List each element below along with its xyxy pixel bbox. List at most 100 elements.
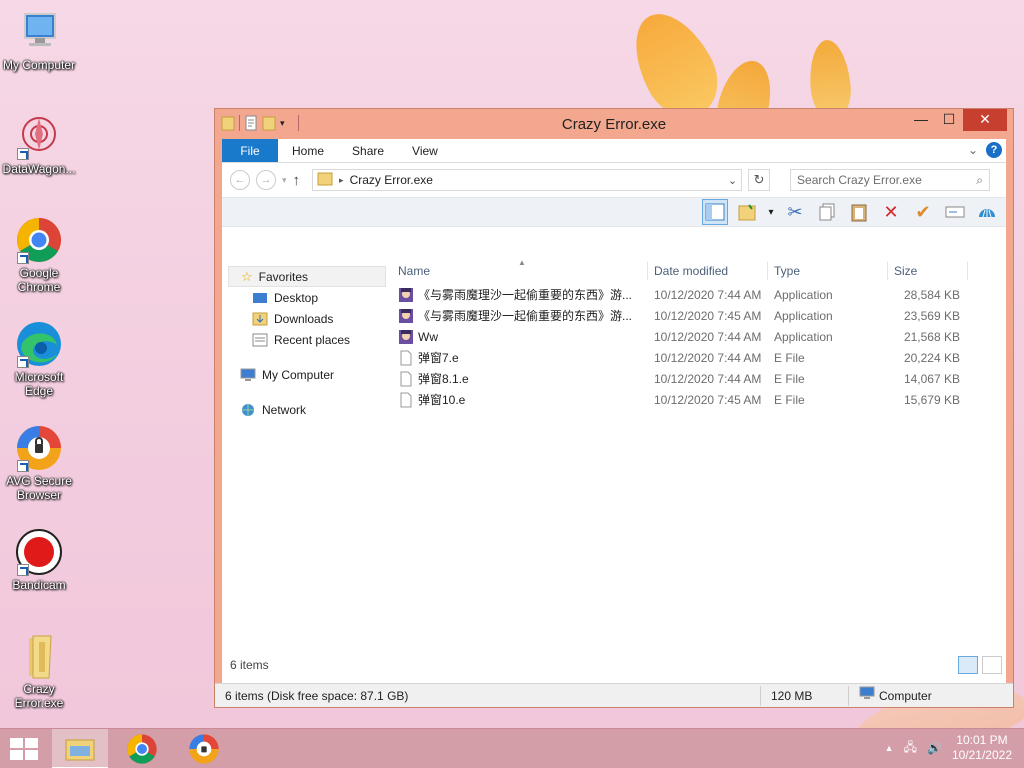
file-icon — [398, 350, 414, 366]
search-icon: ⌕ — [976, 172, 984, 187]
maximize-button[interactable]: ☐ — [935, 109, 963, 131]
file-size: 21,568 KB — [903, 329, 960, 344]
nav-favorites[interactable]: ☆ Favorites — [228, 266, 386, 287]
tab-home[interactable]: Home — [278, 139, 338, 162]
title-bar[interactable]: ▾ Crazy Error.exe — ☐ ✕ — [215, 109, 1013, 139]
table-row[interactable]: 弹窗10.e 10/12/2020 7:45 AM E File 15,679 KB — [392, 389, 1006, 410]
chevron-down-icon[interactable]: ▾ — [766, 199, 776, 225]
show-hidden-icons-icon[interactable]: ▲ — [885, 743, 894, 753]
taskbar-avg-browser[interactable] — [176, 729, 232, 768]
nav-downloads[interactable]: Downloads — [222, 308, 392, 329]
start-button[interactable] — [10, 738, 38, 760]
clock[interactable]: 10:01 PM 10/21/2022 — [952, 733, 1012, 763]
file-name-cell[interactable]: 弹窗7.e — [392, 349, 648, 366]
file-name: 弹窗7.e — [418, 351, 459, 365]
column-date-modified[interactable]: Date modified — [648, 262, 768, 280]
folder-icon — [317, 172, 333, 189]
window-controls: — ☐ ✕ — [907, 109, 1007, 131]
file-date: 10/12/2020 7:44 AM — [654, 287, 762, 302]
window-content: File Home Share View ⌄ ? ← → ▾ ↑ ▸ Crazy… — [215, 139, 1013, 707]
volume-icon[interactable]: 🔊 — [927, 741, 942, 755]
minimize-button[interactable]: — — [907, 109, 935, 131]
desktop-icon-label: DataWagon... — [2, 162, 76, 176]
navigation-pane: ☆ Favorites Desktop Downloads Recent pla… — [222, 258, 392, 654]
tab-file[interactable]: File — [222, 139, 278, 162]
table-row[interactable]: 《与雾雨魔理沙一起偷重要的东西》游... 10/12/2020 7:44 AM Ap… — [392, 284, 1006, 305]
taskbar-chrome[interactable] — [114, 729, 170, 768]
recent-locations-icon[interactable]: ▾ — [282, 175, 287, 186]
file-name-cell[interactable]: Ww — [392, 329, 648, 345]
expand-ribbon-icon[interactable]: ⌄ — [968, 143, 978, 157]
file-explorer-icon — [65, 739, 95, 761]
rename-icon[interactable] — [942, 199, 968, 225]
copy-icon[interactable] — [814, 199, 840, 225]
file-name-cell[interactable]: 《与雾雨魔理沙一起偷重要的东西》游... — [392, 286, 648, 303]
tab-view[interactable]: View — [398, 139, 452, 162]
windows-logo-icon — [10, 738, 23, 748]
computer-icon — [859, 686, 875, 706]
computer-icon — [240, 368, 256, 382]
sort-arrow-icon: ▲ — [518, 258, 526, 267]
details-view-button[interactable] — [958, 656, 978, 674]
large-icons-view-button[interactable] — [982, 656, 1002, 674]
forward-button[interactable]: → — [256, 170, 276, 190]
file-rows: 《与雾雨魔理沙一起偷重要的东西》游... 10/12/2020 7:44 AM Ap… — [392, 284, 1006, 410]
nav-recent-places[interactable]: Recent places — [222, 329, 392, 350]
desktop-icon-microsoft-edge[interactable]: Microsoft Edge — [0, 320, 78, 398]
tab-share[interactable]: Share — [338, 139, 398, 162]
file-size: 28,584 KB — [903, 287, 960, 302]
shell-icon[interactable] — [974, 199, 1000, 225]
delete-icon[interactable]: ✕ — [878, 199, 904, 225]
file-type: Application — [774, 329, 833, 344]
file-name-cell[interactable]: 《与雾雨魔理沙一起偷重要的东西》游... — [392, 307, 648, 324]
selection-size: 120 MB — [761, 685, 849, 706]
column-type[interactable]: Type — [768, 262, 888, 280]
address-bar[interactable]: ▸ Crazy Error.exe ⌄ — [312, 169, 743, 191]
desktop-icon-crazy-error-folder[interactable]: Crazy Error.exe — [0, 632, 78, 710]
nav-desktop[interactable]: Desktop — [222, 287, 392, 308]
desktop-icon-datawagon[interactable]: DataWagon... — [0, 112, 78, 176]
file-name-cell[interactable]: 弹窗8.1.e — [392, 370, 648, 387]
help-icon[interactable]: ? — [986, 142, 1002, 158]
new-folder-button[interactable] — [734, 199, 760, 225]
refresh-button[interactable]: ↻ — [748, 169, 771, 191]
preview-pane-button[interactable] — [702, 199, 728, 225]
desktop-icon-avg-secure-browser[interactable]: AVG Secure Browser — [0, 424, 78, 502]
file-icon — [398, 392, 414, 408]
file-name-cell[interactable]: 弹窗10.e — [392, 391, 648, 408]
file-name: 弹窗10.e — [418, 393, 466, 407]
app-icon — [398, 287, 414, 303]
app-icon — [398, 308, 414, 324]
desktop-icon-my-computer[interactable]: My Computer — [0, 8, 78, 72]
checkmark-icon[interactable]: ✔ — [910, 199, 936, 225]
desktop-icon-label: Crazy Error.exe — [14, 682, 64, 710]
column-size[interactable]: Size — [888, 262, 968, 280]
file-date: 10/12/2020 7:44 AM — [654, 329, 762, 344]
table-row[interactable]: 弹窗8.1.e 10/12/2020 7:44 AM E File 14,067 KB — [392, 368, 1006, 389]
desktop-icon-bandicam[interactable]: Bandicam — [0, 528, 78, 592]
up-button[interactable]: ↑ — [293, 172, 301, 189]
datawagon-icon — [15, 112, 63, 160]
paste-icon[interactable] — [846, 199, 872, 225]
file-name: 弹窗8.1.e — [418, 372, 469, 386]
shortcut-arrow-icon — [17, 252, 29, 264]
taskbar-file-explorer[interactable] — [52, 729, 108, 768]
nav-my-computer[interactable]: My Computer — [222, 364, 392, 385]
clock-time: 10:01 PM — [956, 733, 1008, 747]
nav-downloads-label: Downloads — [274, 311, 334, 326]
desktop-icon-google-chrome[interactable]: Google Chrome — [0, 216, 78, 294]
desktop-icon — [252, 291, 268, 305]
close-button[interactable]: ✕ — [963, 109, 1007, 131]
nav-network[interactable]: Network — [222, 399, 392, 420]
chevron-down-icon[interactable]: ⌄ — [728, 174, 737, 187]
network-status-icon[interactable]: 🖧 — [904, 738, 917, 759]
table-row[interactable]: 弹窗7.e 10/12/2020 7:44 AM E File 20,224 KB — [392, 347, 1006, 368]
table-row[interactable]: Ww 10/12/2020 7:44 AM Application 21,568 KB — [392, 326, 1006, 347]
back-button[interactable]: ← — [230, 170, 250, 190]
table-row[interactable]: 《与雾雨魔理沙一起偷重要的东西》游... 10/12/2020 7:45 AM Ap… — [392, 305, 1006, 326]
cut-icon[interactable]: ✂ — [782, 199, 808, 225]
address-path[interactable]: Crazy Error.exe — [350, 173, 722, 187]
file-type: Application — [774, 287, 833, 302]
breadcrumb-separator-icon[interactable]: ▸ — [339, 175, 344, 186]
search-input[interactable]: Search Crazy Error.exe ⌕ — [790, 169, 991, 191]
